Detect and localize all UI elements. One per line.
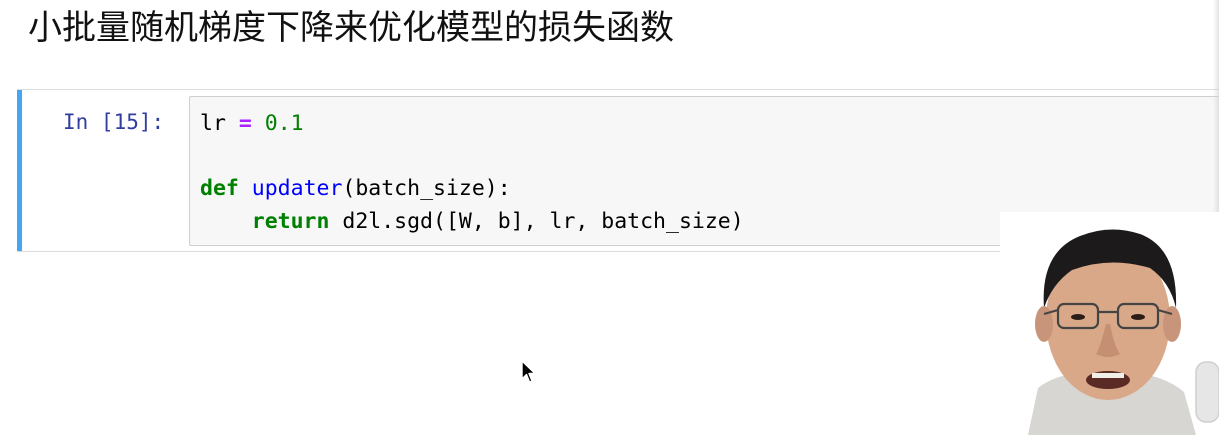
mouse-pointer-icon <box>521 360 537 384</box>
code-keyword-return: return <box>251 208 330 234</box>
code-keyword-def: def <box>200 176 239 201</box>
cell-selection-bar <box>17 90 22 251</box>
code-return-expression: d2l.sgd([W, b], lr, batch_size) <box>329 208 744 234</box>
code-operator: = <box>238 111 252 136</box>
code-function-name: updater <box>251 176 343 201</box>
code-identifier: lr <box>200 111 226 136</box>
code-number: 0.1 <box>264 111 304 136</box>
presenter-webcam <box>1000 212 1219 435</box>
code-line-1: lr = 0.1 <box>200 108 744 141</box>
markdown-heading: 小批量随机梯度下降来优化模型的损失函数 <box>28 8 674 48</box>
input-prompt: In [15]: <box>63 110 165 134</box>
code-block: lr = 0.1 def updater(batch_size): return … <box>200 108 744 238</box>
code-signature: (batch_size): <box>342 176 511 201</box>
code-line-4: return d2l.sgd([W, b], lr, batch_size) <box>200 206 744 239</box>
code-line-3: def updater(batch_size): <box>200 173 744 206</box>
